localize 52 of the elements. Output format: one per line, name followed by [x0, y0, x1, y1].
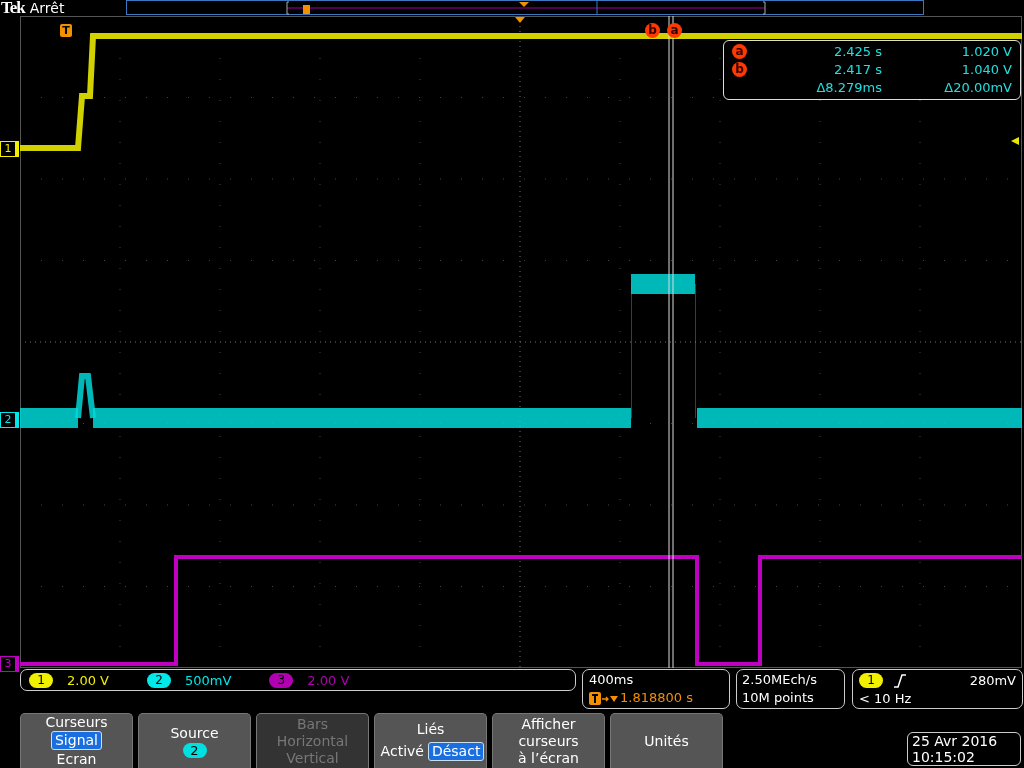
menu-title: Curseurs — [45, 713, 108, 731]
channel-badge[interactable]: 2 — [147, 672, 171, 688]
menu-label: Unités — [644, 732, 689, 750]
menu-button[interactable]: Afficher curseurs à l’écran — [492, 713, 605, 768]
trigger-position-icon — [589, 691, 619, 705]
cursor-time: 2.425 s — [832, 43, 882, 61]
channel-scale: 500mV — [185, 672, 232, 688]
trigger-source-badge[interactable]: 1 — [859, 673, 883, 689]
menu-label: Horizontal — [276, 732, 349, 750]
time-text: 10:15:02 — [912, 749, 976, 765]
date-text: 25 Avr 2016 — [912, 733, 999, 749]
cursor-label: a — [732, 44, 747, 59]
trigger-delay: 1.818800 s — [620, 689, 693, 708]
menu-label: curseurs — [518, 732, 579, 750]
rising-edge-icon — [893, 673, 907, 688]
record-length: 10M points — [742, 689, 815, 708]
trigger-level-icon — [1011, 137, 1019, 145]
cursor-time: 2.417 s — [832, 61, 882, 79]
cursor-value: 1.040 V — [960, 61, 1012, 79]
trigger-level: 280mV — [969, 673, 1016, 689]
menu-option[interactable]: Signal — [51, 730, 102, 750]
acquisition-state: Arrêt — [29, 0, 65, 16]
menu-option[interactable]: Activé — [376, 742, 428, 761]
channel-scale: 2.00 V — [67, 672, 109, 688]
menu-button[interactable]: Liés Activé Désact — [374, 713, 487, 768]
trigger-arrow-icon — [515, 17, 525, 23]
menu-title: Source — [170, 724, 219, 742]
delta-time: Δ8.279ms — [815, 79, 882, 97]
trigger-position-marker: T — [60, 24, 72, 37]
menu-option[interactable]: Désact — [427, 742, 485, 761]
trigger-frequency: < 10 Hz — [859, 690, 913, 709]
delta-value: Δ20.00mV — [943, 79, 1012, 97]
timebase-scale: 400ms — [589, 671, 635, 690]
brand-logo: Tek — [1, 0, 25, 16]
channel-marker[interactable]: 3 — [0, 656, 19, 672]
sample-rate: 2.50MEch/s — [742, 671, 818, 690]
menu-option[interactable]: Ecran — [52, 749, 101, 768]
channel-marker[interactable]: 2 — [0, 412, 19, 428]
cursor-value: 1.020 V — [960, 43, 1012, 61]
menu-label: à l’écran — [518, 749, 579, 767]
source-badge: 2 — [182, 742, 207, 758]
cursor-label: b — [732, 62, 747, 77]
channel-scale: 2.00 V — [307, 672, 350, 688]
channel-badge[interactable]: 1 — [29, 672, 53, 688]
menu-button[interactable]: Curseurs Signal Ecran — [20, 713, 133, 768]
menu-label: Afficher — [521, 715, 576, 733]
menu-button[interactable]: Source 2 — [138, 713, 251, 768]
menu-label: Vertical — [286, 749, 339, 767]
menu-button[interactable]: Unités — [610, 713, 723, 768]
menu-title: Liés — [416, 721, 445, 738]
channel-marker[interactable]: 1 — [0, 141, 19, 157]
menu-label: Bars — [296, 715, 329, 733]
